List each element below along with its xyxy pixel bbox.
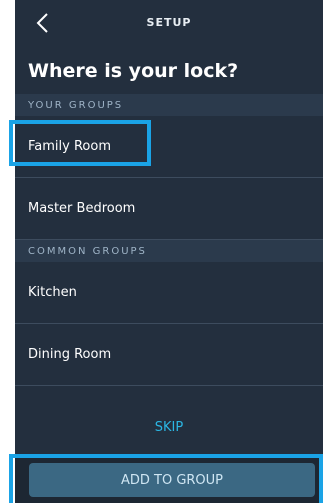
headline: Where is your lock?: [28, 60, 239, 82]
group-item-dining-room[interactable]: Dining Room: [15, 324, 323, 386]
bottom-bar: ADD TO GROUP: [15, 457, 323, 503]
section-header-your-groups: YOUR GROUPS: [15, 94, 323, 116]
group-item-kitchen[interactable]: Kitchen: [15, 262, 323, 324]
group-item-family-room[interactable]: Family Room: [15, 116, 323, 178]
group-item-master-bedroom[interactable]: Master Bedroom: [15, 178, 323, 240]
section-label: COMMON GROUPS: [28, 245, 147, 257]
skip-link[interactable]: SKIP: [15, 420, 323, 435]
group-item-label: Family Room: [28, 139, 111, 154]
top-bar: SETUP: [15, 0, 323, 46]
group-item-label: Dining Room: [28, 347, 112, 362]
group-item-label: Kitchen: [28, 285, 77, 300]
group-item-label: Master Bedroom: [28, 201, 136, 216]
page-title: SETUP: [146, 16, 192, 29]
setup-screen: SETUP Where is your lock? YOUR GROUPS Fa…: [15, 0, 323, 503]
section-header-common-groups: COMMON GROUPS: [15, 240, 323, 262]
section-label: YOUR GROUPS: [28, 99, 124, 111]
add-to-group-button[interactable]: ADD TO GROUP: [29, 463, 315, 497]
